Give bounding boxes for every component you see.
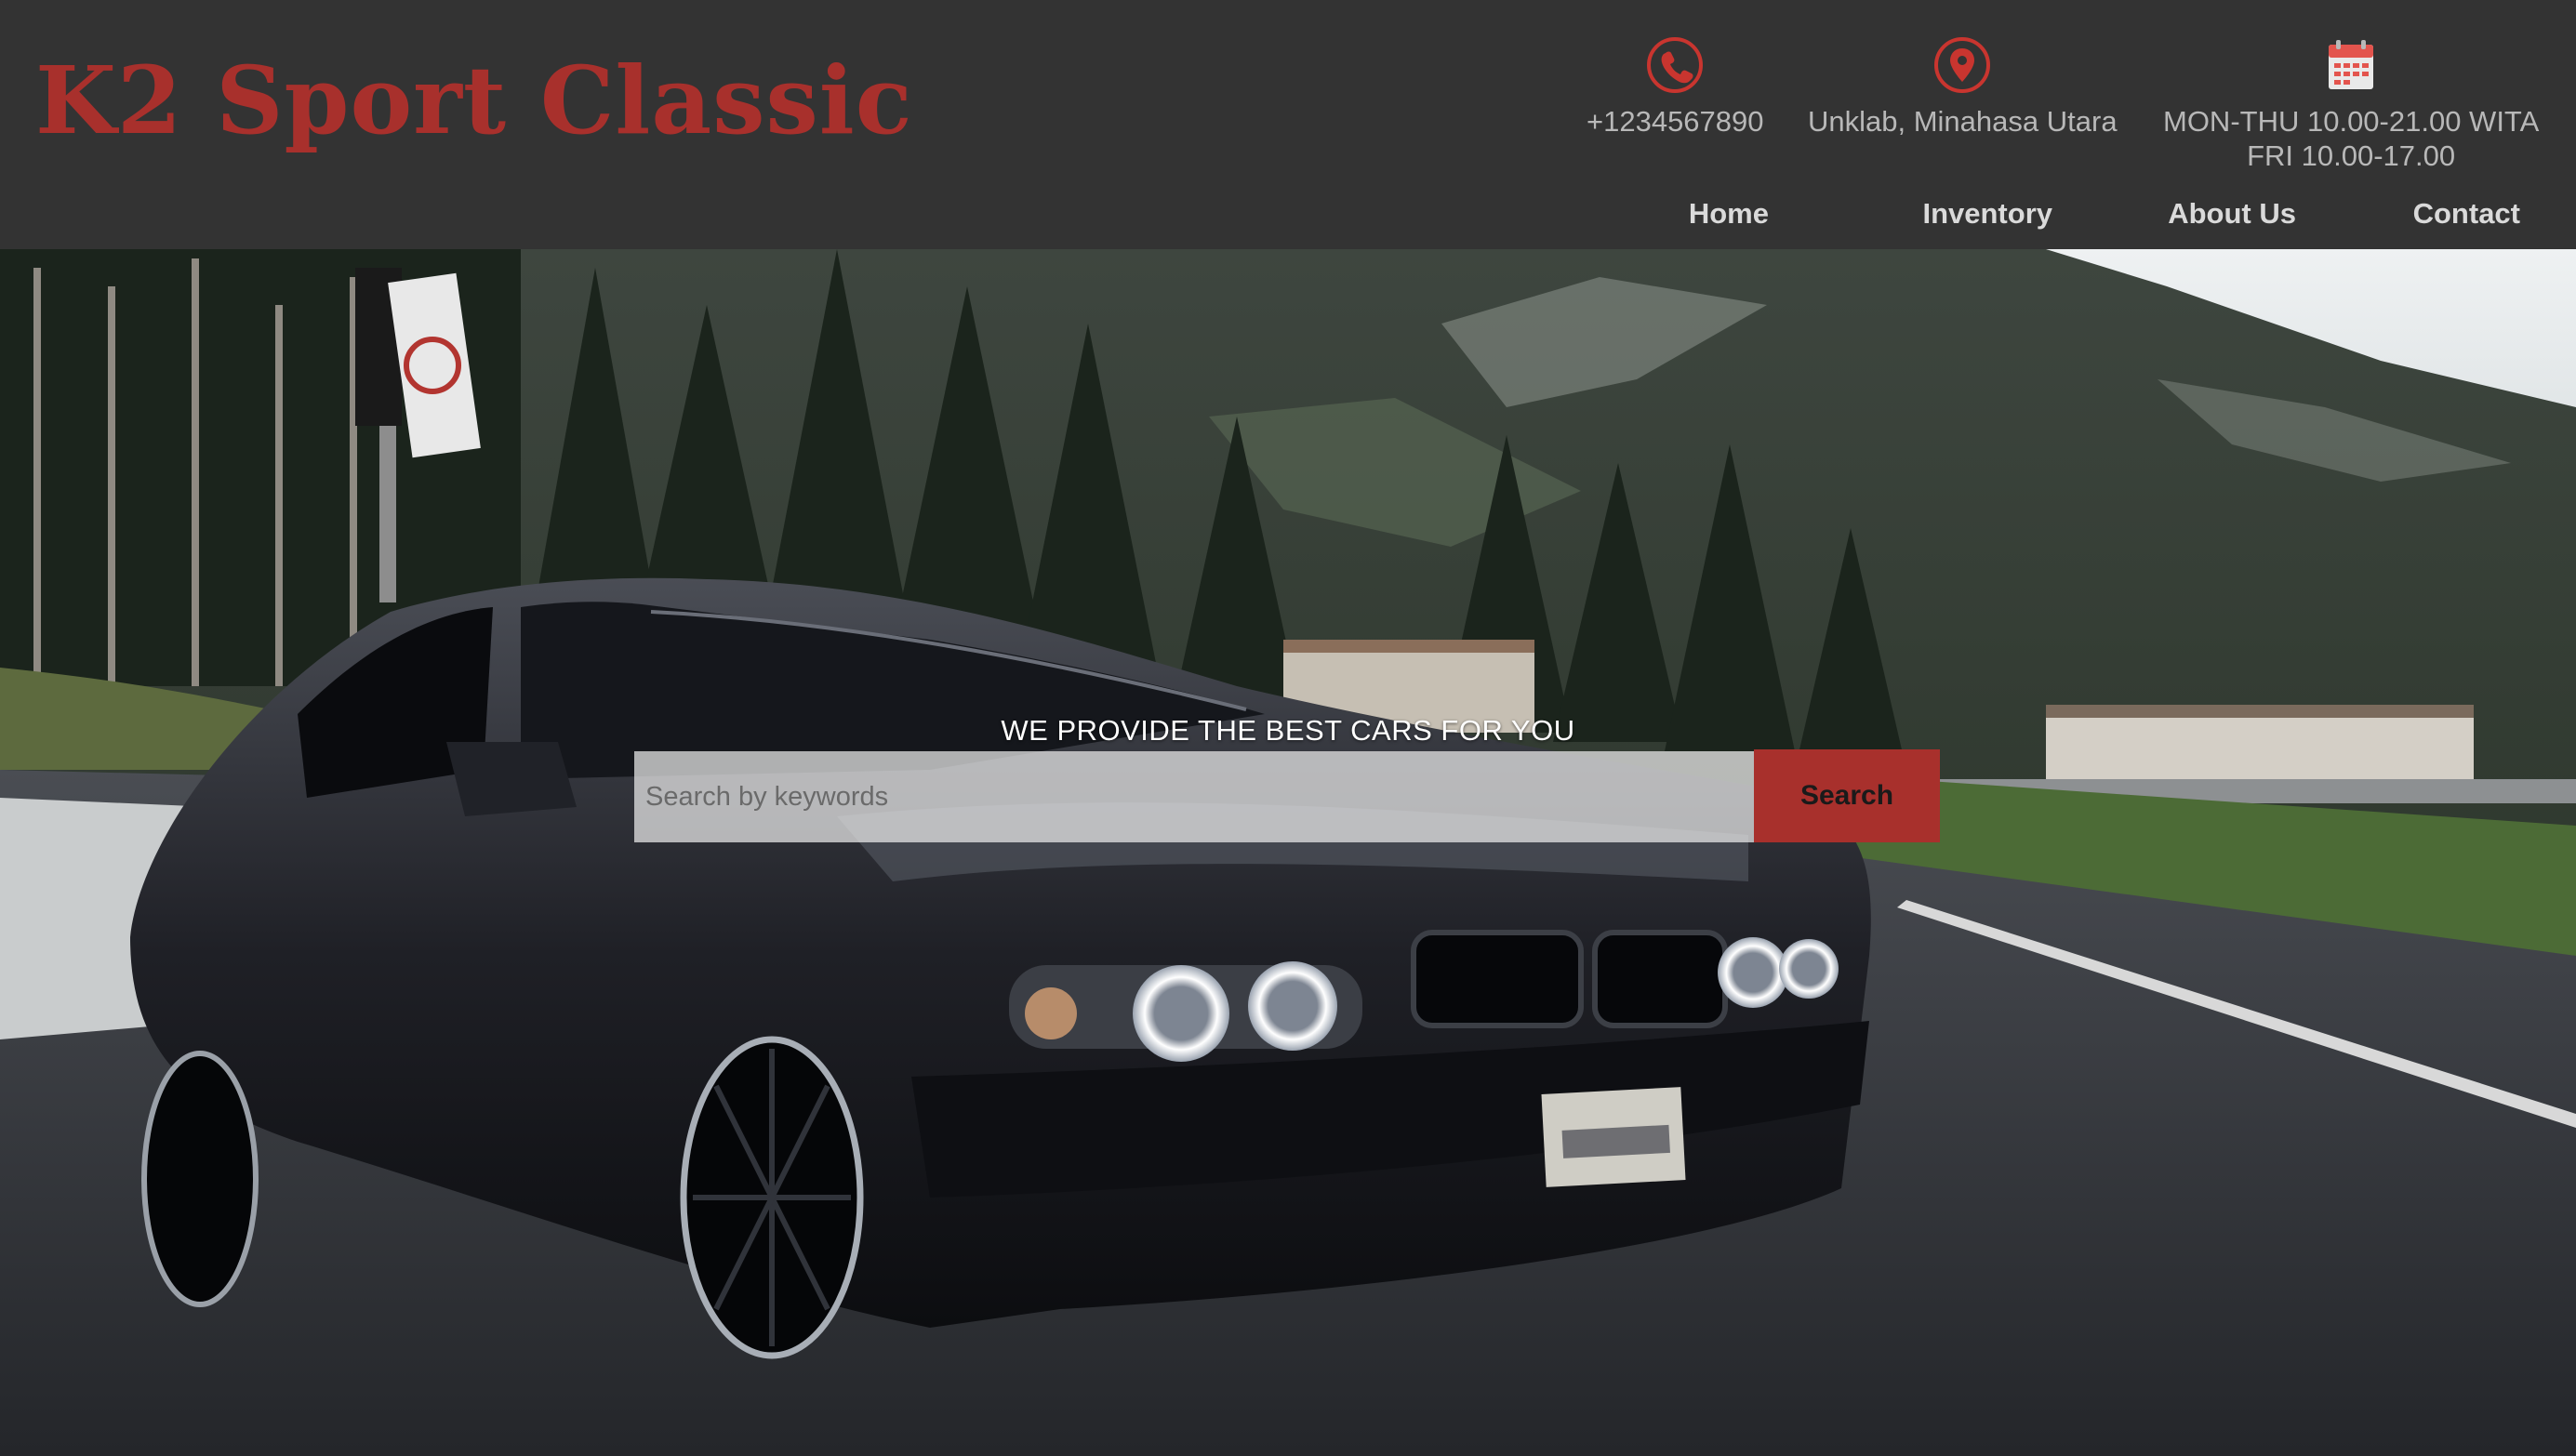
nav-home[interactable]: Home (1689, 197, 1769, 231)
address-text: Unklab, Minahasa Utara (1808, 105, 2118, 138)
search-input[interactable] (634, 751, 1754, 842)
contact-hours: MON-THU 10.00-21.00 WITA FRI 10.00-17.00 (2163, 35, 2539, 173)
site-logo[interactable]: K2 Sport Classic (35, 54, 913, 147)
site-header: K2 Sport Classic +1234567890 Unklab, Min… (0, 0, 2576, 249)
hero-background-image (0, 249, 2576, 1456)
hours-weekdays: MON-THU 10.00-21.00 WITA (2163, 105, 2540, 138)
nav-inventory[interactable]: Inventory (1922, 197, 2052, 231)
phone-icon (1647, 37, 1704, 93)
hours-friday: FRI 10.00-17.00 (2247, 139, 2456, 172)
phone-number[interactable]: +1234567890 (1587, 105, 1764, 138)
hero-banner: WE PROVIDE THE BEST CARS FOR YOU Search (0, 249, 2576, 1456)
contact-address: Unklab, Minahasa Utara (1808, 35, 2118, 139)
search-button[interactable]: Search (1754, 749, 1940, 842)
map-pin-icon (1934, 37, 1991, 93)
contact-phone: +1234567890 (1587, 35, 1764, 139)
calendar-icon (2329, 40, 2374, 89)
hero-tagline: WE PROVIDE THE BEST CARS FOR YOU (1001, 714, 1575, 747)
nav-about-us[interactable]: About Us (2168, 197, 2296, 231)
nav-contact[interactable]: Contact (2413, 197, 2520, 231)
